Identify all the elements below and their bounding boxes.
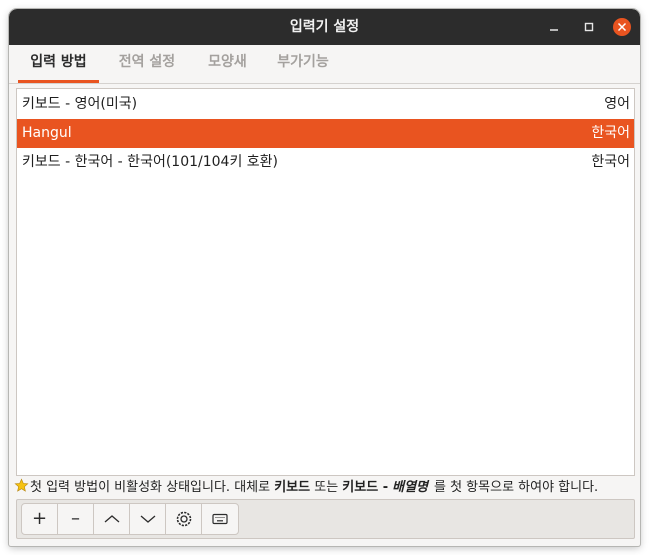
add-button[interactable]: + <box>22 504 58 534</box>
tab-input-methods[interactable]: 입력 방법 <box>18 45 99 83</box>
list-item[interactable]: 키보드 - 영어(미국) 영어 <box>17 90 634 119</box>
keyboard-layout-button[interactable] <box>202 504 238 534</box>
close-icon <box>613 18 631 36</box>
minimize-button[interactable] <box>544 17 564 37</box>
close-button[interactable] <box>612 17 632 37</box>
toolbar-button-group: + – <box>21 503 239 535</box>
hint-keyword-layout-name: 배열명 <box>392 480 428 495</box>
tab-bar: 입력 방법 전역 설정 모양새 부가기능 <box>9 45 640 84</box>
title-bar[interactable]: 입력기 설정 <box>9 9 640 45</box>
input-method-config-window: 입력기 설정 입력 방법 전역 설정 모양새 부가기능 키보드 - 영어(미국)… <box>9 9 640 546</box>
toolbar: + – <box>16 499 635 539</box>
tab-global-settings[interactable]: 전역 설정 <box>112 45 182 83</box>
star-icon <box>14 478 29 501</box>
move-up-button[interactable] <box>94 504 130 534</box>
input-method-language: 영어 <box>604 96 630 112</box>
input-method-name: 키보드 - 영어(미국) <box>22 96 138 112</box>
configure-icon <box>176 511 192 527</box>
hint-text-1: 첫 입력 방법이 비활성화 상태입니다. 대체로 <box>30 480 275 495</box>
move-down-icon <box>140 515 156 523</box>
input-method-language: 한국어 <box>591 154 630 170</box>
configure-button[interactable] <box>166 504 202 534</box>
maximize-icon <box>584 22 594 32</box>
maximize-button[interactable] <box>579 17 599 37</box>
hint-text-3: 를 첫 항목으로 하여야 합니다. <box>434 480 599 495</box>
input-method-list[interactable]: 키보드 - 영어(미국) 영어 Hangul 한국어 키보드 - 한국어 - 한… <box>16 88 635 476</box>
input-method-name: Hangul <box>22 125 72 141</box>
tab-appearance[interactable]: 모양새 <box>200 45 255 83</box>
tab-addons[interactable]: 부가기능 <box>272 45 334 83</box>
keyboard-layout-icon <box>212 513 228 525</box>
move-down-button[interactable] <box>130 504 166 534</box>
move-up-icon <box>104 515 120 523</box>
hint-keyword-keyboard: 키보드 <box>274 480 311 495</box>
list-item[interactable]: Hangul 한국어 <box>17 119 634 148</box>
remove-button[interactable]: – <box>58 504 94 534</box>
warning-hint: 첫 입력 방법이 비활성화 상태입니다. 대체로 키보드 또는 키보드 - 배열명… <box>14 477 598 499</box>
input-method-language: 한국어 <box>591 125 630 141</box>
input-method-name: 키보드 - 한국어 - 한국어(101/104키 호환) <box>22 154 278 170</box>
hint-text-2: 또는 <box>310 480 343 495</box>
list-item[interactable]: 키보드 - 한국어 - 한국어(101/104키 호환) 한국어 <box>17 148 634 177</box>
hint-keyword-keyboard-layout: 키보드 - <box>342 480 389 495</box>
minimize-icon <box>550 29 558 31</box>
